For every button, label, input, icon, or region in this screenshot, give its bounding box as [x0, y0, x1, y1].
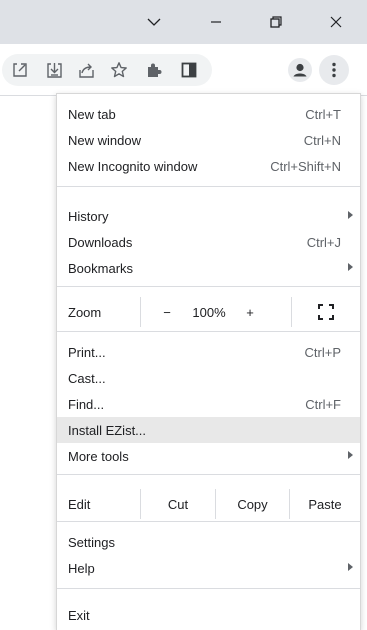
menu-item-exit[interactable]: Exit [57, 602, 360, 628]
menu-item-new-incognito-window[interactable]: New Incognito window Ctrl+Shift+N [57, 153, 360, 179]
print-shortcut: Ctrl+P [304, 345, 341, 360]
minimize-button[interactable] [187, 0, 245, 44]
copy-button[interactable]: Copy [216, 489, 289, 519]
downloads-label: Downloads [68, 235, 133, 250]
menu-item-print[interactable]: Print... Ctrl+P [57, 339, 360, 365]
menu-item-downloads[interactable]: Downloads Ctrl+J [57, 229, 360, 255]
menu-item-history[interactable]: History [57, 203, 360, 229]
new-tab-label: New tab [68, 107, 116, 122]
profile-avatar-icon [288, 58, 312, 82]
more-tools-label: More tools [68, 449, 129, 464]
help-label: Help [68, 561, 95, 576]
menu-separator [57, 474, 360, 475]
menu-separator [57, 588, 360, 589]
profile-button[interactable] [284, 44, 316, 96]
menu-item-settings[interactable]: Settings [57, 529, 360, 555]
zoom-in-button[interactable]: + [237, 297, 263, 327]
menu-separator [57, 521, 360, 522]
chevron-down-icon [147, 18, 161, 26]
menu-item-install-app[interactable]: Install EZist... [57, 417, 360, 443]
menu-item-help[interactable]: Help [57, 555, 360, 581]
submenu-arrow-icon [348, 451, 353, 459]
extensions-button[interactable] [138, 44, 170, 96]
new-window-shortcut: Ctrl+N [303, 133, 341, 148]
zoom-level: 100% [192, 304, 226, 320]
submenu-arrow-icon [348, 211, 353, 219]
new-incognito-shortcut: Ctrl+Shift+N [270, 159, 341, 174]
new-incognito-label: New Incognito window [68, 159, 198, 174]
menu-item-new-window[interactable]: New window Ctrl+N [57, 127, 360, 153]
side-panel-icon [181, 62, 197, 78]
menu-item-bookmarks[interactable]: Bookmarks [57, 255, 360, 281]
submenu-arrow-icon [348, 563, 353, 571]
app-menu: New tab Ctrl+T New window Ctrl+N New Inc… [56, 93, 361, 630]
menu-item-more-tools[interactable]: More tools [57, 443, 360, 469]
open-in-new-window-icon [13, 63, 27, 77]
bookmark-star-icon [111, 62, 127, 78]
install-app-icon [46, 62, 62, 78]
submenu-arrow-icon [348, 263, 353, 271]
find-label: Find... [68, 397, 105, 412]
menu-item-new-tab[interactable]: New tab Ctrl+T [57, 101, 360, 127]
install-label: Install EZist... [68, 423, 147, 438]
minimize-icon [211, 21, 221, 23]
menu-separator [57, 286, 360, 287]
zoom-out-button[interactable]: − [153, 297, 181, 327]
paste-button[interactable]: Paste [290, 489, 360, 519]
close-icon [330, 16, 342, 28]
more-menu-button[interactable] [318, 44, 350, 96]
zoom-label: Zoom [68, 304, 102, 320]
new-tab-shortcut: Ctrl+T [305, 107, 341, 122]
more-menu-icon [332, 62, 336, 78]
find-shortcut: Ctrl+F [305, 397, 341, 412]
new-window-label: New window [68, 133, 141, 148]
extensions-icon [148, 63, 162, 77]
install-app-button[interactable] [38, 44, 70, 96]
settings-label: Settings [68, 535, 115, 550]
zoom-divider [140, 297, 141, 327]
edit-row: Edit Cut Copy Paste [57, 489, 360, 519]
open-in-window-button[interactable] [4, 44, 36, 96]
menu-item-find[interactable]: Find... Ctrl+F [57, 391, 360, 417]
tab-search-button[interactable] [125, 0, 183, 44]
downloads-shortcut: Ctrl+J [306, 235, 341, 250]
edit-label: Edit [68, 496, 91, 512]
zoom-row: Zoom − 100% + [57, 297, 360, 327]
bookmark-star-button[interactable] [103, 44, 135, 96]
restore-icon [270, 16, 282, 28]
toolbar [0, 44, 367, 96]
close-button[interactable] [307, 0, 365, 44]
menu-separator [57, 331, 360, 332]
share-button[interactable] [70, 44, 102, 96]
side-panel-button[interactable] [173, 44, 205, 96]
history-label: History [68, 209, 109, 224]
menu-separator [57, 186, 360, 187]
fullscreen-icon [318, 304, 334, 320]
share-icon [78, 63, 94, 78]
cast-label: Cast... [68, 371, 106, 386]
menu-item-cast[interactable]: Cast... [57, 365, 360, 391]
exit-label: Exit [68, 608, 90, 623]
print-label: Print... [68, 345, 106, 360]
fullscreen-button[interactable] [292, 297, 360, 327]
title-bar [0, 0, 367, 44]
cut-button[interactable]: Cut [141, 489, 215, 519]
restore-button[interactable] [247, 0, 305, 44]
bookmarks-label: Bookmarks [68, 261, 134, 276]
